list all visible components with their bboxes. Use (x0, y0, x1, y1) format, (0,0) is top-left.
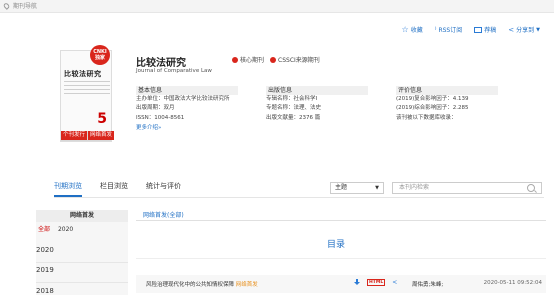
issue-release-button[interactable]: 个刊发行 (61, 131, 88, 140)
cover-title: 比较法研究 (64, 69, 102, 78)
year-divider (36, 282, 128, 283)
email-button[interactable]: 荐稿 (474, 25, 496, 34)
journal-title: 比较法研究 (136, 58, 186, 69)
basic-info-line: 主办单位：中国政法大学比较法研究所 (136, 96, 230, 102)
search-icon[interactable] (527, 184, 535, 192)
publish-info: 出版信息 专辑名称：社会科学I 专题名称：法理、法史 出版文献量：2376 篇 (266, 86, 368, 123)
cover-issue: 5 (97, 111, 107, 127)
article-author[interactable]: 周佑勇;朱峰; (412, 280, 443, 288)
article-title-wrap: 风险治理现代化中的公共知情权保障 网络首发 (146, 280, 258, 288)
share-button[interactable]: < 分享到 ▼ (508, 25, 540, 35)
all-label: 全部 (38, 226, 51, 233)
core-journal-label: 核心期刊 (240, 57, 265, 64)
search-input[interactable]: 本刊内检索 (392, 182, 542, 194)
cssci-icon (270, 56, 277, 63)
online-first-button[interactable]: 网络首发 (88, 131, 115, 140)
publish-info-line: 专题名称：法理、法史 (266, 105, 322, 112)
cssci-label: CSSCI来源期刊 (278, 57, 320, 64)
rss-button[interactable]: ⁾ RSS订阅 (434, 25, 463, 35)
mail-icon (474, 26, 483, 33)
article-date: 2020-05-11 09:52:04 (483, 280, 542, 286)
more-intro-link[interactable]: 更多介绍» (136, 123, 238, 131)
basic-info-line: ISSN：1004-8561 (136, 114, 185, 121)
basic-info-heading: 基本信息 (136, 86, 238, 95)
download-icon[interactable] (354, 279, 360, 286)
online-first-subtab[interactable]: 网络首发(全部) (143, 210, 184, 219)
online-first-tag: 网络首发 (235, 282, 258, 288)
year-2020[interactable]: 2020 (36, 246, 54, 254)
cover-lines (64, 81, 110, 97)
left-panel-heading: 网络首发 (36, 210, 128, 222)
cnki-exclusive-badge: CNKI 独家 (90, 45, 110, 65)
evaluation-info-line: (2019)复合影响因子：4.139 (396, 96, 469, 102)
core-journal-tag: 核心期刊 (232, 55, 264, 64)
article-title[interactable]: 风险治理现代化中的公共知情权保障 (146, 282, 234, 288)
year-divider (36, 262, 128, 263)
rss-icon: ⁾ (434, 25, 437, 34)
article-actions: HTML < (354, 279, 397, 286)
evaluation-info-line: (2019)综合影响因子：2.285 (396, 105, 469, 112)
basic-info: 基本信息 主办单位：中国政法大学比较法研究所 出版周期：双月 ISSN：1004… (136, 86, 238, 131)
toc-heading: 目录 (326, 240, 345, 250)
toc-divider (136, 258, 546, 259)
chevron-down-icon: ▼ (375, 185, 379, 191)
tab-bar: 刊期浏览 栏目浏览 统计与评价 (54, 181, 181, 197)
share-icon: < (508, 25, 515, 34)
publish-info-heading: 出版信息 (266, 86, 368, 95)
search-field-select[interactable]: 主题 ▼ (330, 182, 384, 194)
basic-info-line: 出版周期：双月 (136, 105, 175, 112)
core-journal-icon (232, 56, 238, 63)
share-label: 分享到 (516, 27, 535, 34)
action-bar: ☆ 收藏 ⁾ RSS订阅 荐稿 < 分享到 ▼ (402, 25, 540, 34)
all-years-row[interactable]: 全部 2020 (38, 226, 73, 234)
rss-label: RSS订阅 (438, 27, 463, 34)
html-icon[interactable]: HTML (367, 279, 386, 286)
tab-statistics[interactable]: 统计与评价 (146, 181, 181, 197)
publish-info-line: 出版文献量：2376 篇 (266, 114, 321, 121)
tab-column-browse[interactable]: 栏目浏览 (100, 181, 128, 197)
all-year: 2020 (57, 226, 74, 233)
subtab-divider (136, 220, 546, 221)
year-2019[interactable]: 2019 (36, 266, 54, 274)
share-icon[interactable]: < (392, 279, 397, 286)
breadcrumb: 期刊导航 (2, 1, 37, 10)
publish-info-line: 专辑名称：社会科学I (266, 96, 318, 102)
evaluation-info-heading: 评价信息 (396, 86, 498, 95)
email-label: 荐稿 (484, 27, 497, 34)
cssci-tag: CSSCI来源期刊 (270, 55, 320, 64)
tab-divider (54, 197, 544, 198)
search-field-value: 主题 (335, 184, 348, 191)
year-2018[interactable]: 2018 (36, 287, 54, 295)
evaluation-info: 评价信息 (2019)复合影响因子：4.139 (2019)综合影响因子：2.2… (396, 86, 498, 123)
evaluation-info-line: 该刊被以下数据库收录： (396, 114, 457, 121)
search-placeholder: 本刊内检索 (399, 184, 430, 191)
chevron-down-icon: ▼ (536, 26, 540, 33)
journal-tags: 核心期刊 CSSCI来源期刊 (232, 55, 320, 64)
location-pin-icon (2, 1, 11, 10)
article-row: 风险治理现代化中的公共知情权保障 网络首发 HTML < 周佑勇;朱峰; 202… (136, 275, 546, 293)
journal-subtitle: Journal of Comparative Law (136, 68, 212, 74)
breadcrumb-label[interactable]: 期刊导航 (13, 1, 37, 10)
favorite-label: 收藏 (410, 27, 423, 34)
top-bar: 期刊导航 (0, 0, 554, 13)
star-icon: ☆ (401, 24, 409, 34)
favorite-button[interactable]: ☆ 收藏 (402, 25, 423, 34)
tab-issue-browse[interactable]: 刊期浏览 (54, 181, 82, 197)
